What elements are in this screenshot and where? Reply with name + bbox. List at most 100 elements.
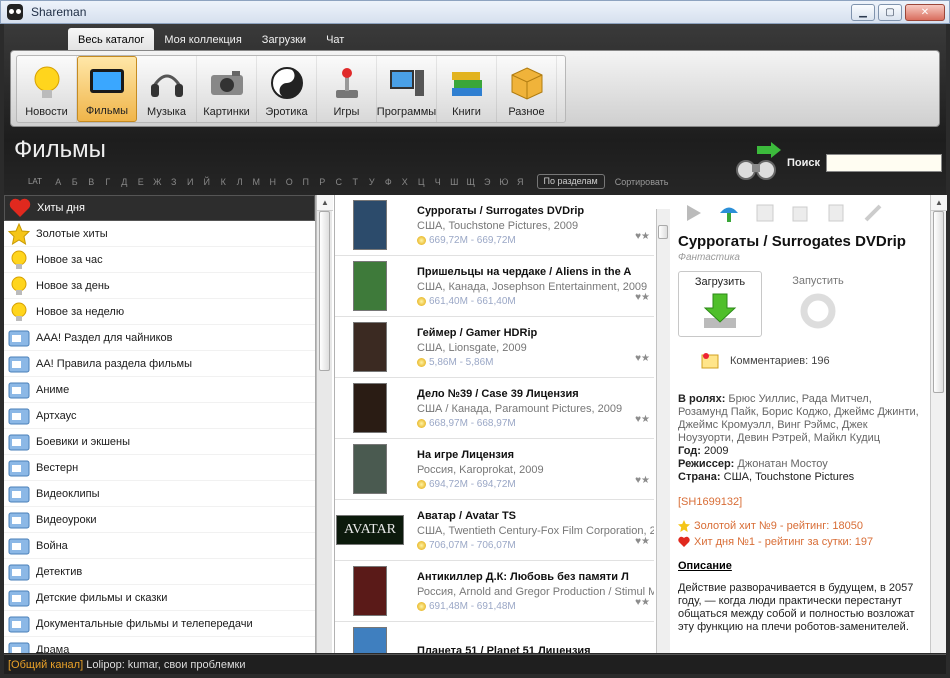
by-sections-button[interactable]: По разделам	[536, 174, 605, 189]
close-button[interactable]: ✕	[905, 4, 945, 21]
rating-icons[interactable]: ♥★	[635, 414, 650, 425]
alpha-letter[interactable]: Ф	[380, 177, 397, 187]
copy-icon[interactable]	[790, 202, 812, 224]
play-icon[interactable]	[682, 202, 704, 224]
scroll-up-arrow[interactable]: ▲	[931, 195, 947, 211]
category-list-item[interactable]: АА! Правила раздела фильмы	[4, 351, 315, 377]
alpha-letter[interactable]: Х	[397, 177, 414, 187]
search-input[interactable]	[826, 154, 942, 172]
category-list-item[interactable]: Детские фильмы и сказки	[4, 585, 315, 611]
alpha-letter[interactable]: Т	[347, 177, 364, 187]
category-list-item[interactable]: Аниме	[4, 377, 315, 403]
alpha-letter[interactable]: Щ	[463, 177, 480, 187]
alpha-letter[interactable]: З	[166, 177, 183, 187]
note-icon[interactable]	[826, 202, 848, 224]
category-pictures[interactable]: Картинки	[197, 56, 257, 122]
category-misc[interactable]: Разное	[497, 56, 557, 122]
rating-icons[interactable]: ♥★	[635, 292, 650, 303]
category-list-item[interactable]: Новое за час	[4, 247, 315, 273]
scroll-up-arrow[interactable]: ▲	[317, 195, 333, 211]
alpha-letter[interactable]: Я	[512, 177, 529, 187]
category-books[interactable]: Книги	[437, 56, 497, 122]
tab-chat[interactable]: Чат	[316, 28, 354, 52]
minimize-button[interactable]: ▁	[851, 4, 875, 21]
rating-icons[interactable]: ♥★	[635, 231, 650, 242]
category-news[interactable]: Новости	[17, 56, 77, 122]
movie-row[interactable]: ♥★ Дело №39 / Case 39 Лицензия США / Канад…	[335, 378, 654, 439]
rating-icons[interactable]: ♥★	[635, 353, 650, 364]
channel-name[interactable]: [Общий канал]	[8, 659, 83, 671]
tab-collection[interactable]: Моя коллекция	[154, 28, 251, 52]
rating-icons[interactable]: ♥★	[635, 536, 650, 547]
category-music[interactable]: Музыка	[137, 56, 197, 122]
alpha-letter[interactable]: У	[364, 177, 381, 187]
maximize-button[interactable]: ▢	[878, 4, 902, 21]
alpha-letter[interactable]: Б	[67, 177, 84, 187]
movie-row[interactable]: ♥★ Пришельцы на чердаке / Aliens in the A…	[335, 256, 654, 317]
rating-icons[interactable]: ♥★	[635, 475, 650, 486]
rating-icons[interactable]: ♥★	[635, 597, 650, 608]
tab-catalog[interactable]: Весь каталог	[68, 28, 155, 52]
scroll-thumb[interactable]	[658, 225, 668, 239]
category-list-item[interactable]: Новое за неделю	[4, 299, 315, 325]
category-list-item[interactable]: Документальные фильмы и телепередачи	[4, 611, 315, 637]
category-list-item[interactable]: ААА! Раздел для чайников	[4, 325, 315, 351]
movie-row[interactable]: AVATAR ♥★ Аватар / Avatar TS США, Twentieth…	[335, 500, 654, 561]
alpha-letter[interactable]: А	[50, 177, 67, 187]
alpha-letter[interactable]: Л	[232, 177, 249, 187]
category-list-item[interactable]: Война	[4, 533, 315, 559]
alpha-letter[interactable]: Ц	[413, 177, 430, 187]
category-list-item[interactable]: Золотые хиты	[4, 221, 315, 247]
category-list-item[interactable]: Новое за день	[4, 273, 315, 299]
alpha-letter[interactable]: Н	[265, 177, 282, 187]
category-list-item[interactable]: Детектив	[4, 559, 315, 585]
download-button[interactable]: Загрузить	[678, 271, 762, 337]
alpha-letter[interactable]: П	[298, 177, 315, 187]
alpha-letter[interactable]: Ч	[430, 177, 447, 187]
movie-row[interactable]: ♥★ Антикиллер Д.К: Любовь без памяти Л Рос…	[335, 561, 654, 622]
category-games[interactable]: Игры	[317, 56, 377, 122]
movie-scrollbar[interactable]	[656, 209, 670, 653]
mushroom-icon[interactable]	[718, 202, 740, 224]
alpha-letter[interactable]: Р	[314, 177, 331, 187]
alpha-letter[interactable]: Г	[100, 177, 117, 187]
detail-scrollbar[interactable]: ▲	[930, 195, 947, 653]
movie-row[interactable]: ♥★ Суррогаты / Surrogates DVDrip США, Touc…	[335, 195, 654, 256]
alpha-letter[interactable]: Ш	[446, 177, 463, 187]
category-list-item[interactable]: Боевики и экшены	[4, 429, 315, 455]
category-list-item[interactable]: Драма	[4, 637, 315, 653]
alpha-letter[interactable]: Е	[133, 177, 150, 187]
alpha-letter[interactable]: М	[248, 177, 265, 187]
alpha-lat[interactable]: LAT	[20, 177, 50, 186]
edit-icon[interactable]	[754, 202, 776, 224]
alpha-letter[interactable]: О	[281, 177, 298, 187]
alpha-letter[interactable]: В	[83, 177, 100, 187]
alpha-letter[interactable]: Д	[116, 177, 133, 187]
category-software[interactable]: Программы	[377, 56, 437, 122]
alpha-letter[interactable]: Ю	[496, 177, 513, 187]
category-list-item[interactable]: Видеоуроки	[4, 507, 315, 533]
alpha-letter[interactable]: Э	[479, 177, 496, 187]
alpha-letter[interactable]: Ж	[149, 177, 166, 187]
scroll-thumb[interactable]	[933, 211, 944, 393]
alpha-letter[interactable]: Й	[199, 177, 216, 187]
alpha-letter[interactable]: И	[182, 177, 199, 187]
sort-button[interactable]: Сортировать	[615, 177, 669, 187]
category-list-item[interactable]: Вестерн	[4, 455, 315, 481]
comments-count[interactable]: Комментариев: 196	[730, 355, 830, 367]
scroll-thumb[interactable]	[319, 211, 330, 371]
tab-downloads[interactable]: Загрузки	[252, 28, 316, 52]
category-movies[interactable]: Фильмы	[77, 56, 137, 122]
category-list-item[interactable]: Артхаус	[4, 403, 315, 429]
alpha-letter[interactable]: С	[331, 177, 348, 187]
movie-row[interactable]: ♥★ Геймер / Gamer HDRip США, Lionsgate, 20…	[335, 317, 654, 378]
tools-icon[interactable]	[862, 202, 884, 224]
movie-row[interactable]: ♥★ На игре Лицензия Россия, Karoprokat, 20…	[335, 439, 654, 500]
left-scrollbar[interactable]: ▲	[316, 195, 333, 653]
category-list-item[interactable]: Хиты дня	[4, 195, 315, 221]
movie-row[interactable]: Планета 51 / Planet 51 Лицензия	[335, 622, 654, 653]
run-button[interactable]: Запустить	[776, 271, 860, 337]
alpha-letter[interactable]: К	[215, 177, 232, 187]
category-erotica[interactable]: Эротика	[257, 56, 317, 122]
category-list-item[interactable]: Видеоклипы	[4, 481, 315, 507]
